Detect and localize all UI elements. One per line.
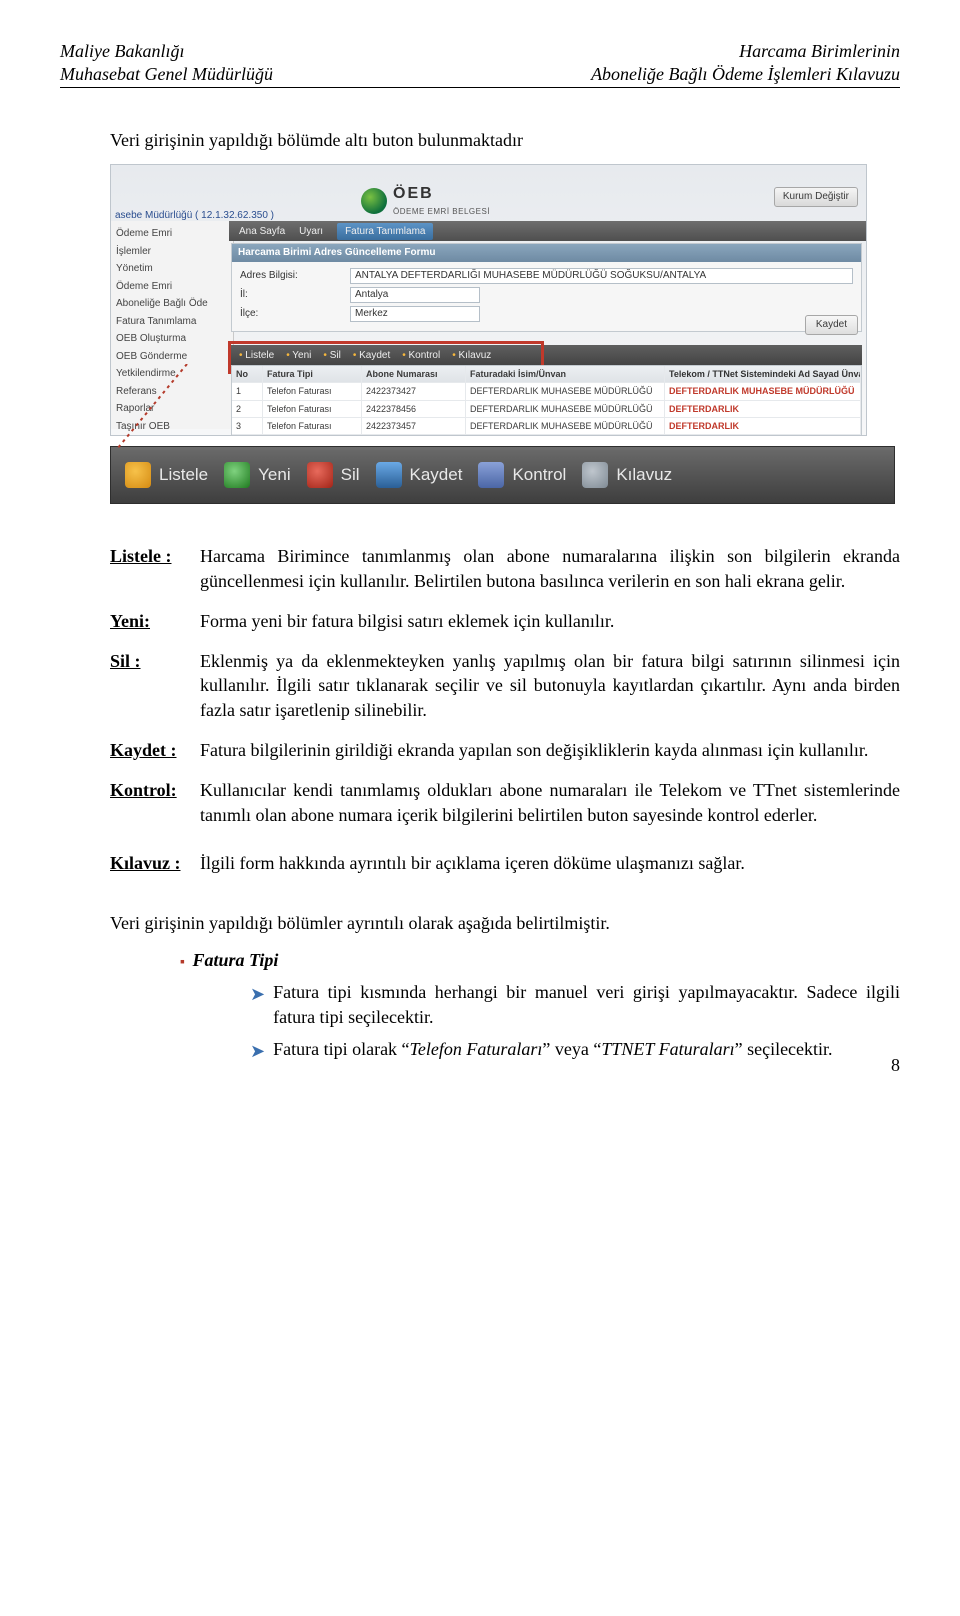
header-right-line1: Harcama Birimlerinin [591,40,900,63]
desc-listele: Harcama Birimince tanımlanmış olan abone… [200,544,900,593]
plus-icon [224,462,250,488]
toolbar-zoom: Listele Yeni Sil Kaydet Kontrol Kılavuz [110,446,895,504]
sidebar-item[interactable]: Aboneliğe Bağlı Öde [113,295,231,313]
minus-icon [307,462,333,488]
tab-uyari[interactable]: Uyarı [299,225,323,239]
table-row[interactable]: 1Telefon Faturası2422373427DEFTERDARLIK … [232,382,861,399]
btn-sil[interactable]: Sil [307,462,360,488]
term-kilavuz: Kılavuz : [110,851,200,875]
bullet-1: Fatura tipi kısmında herhangi bir manuel… [250,980,900,1029]
form-panel: Harcama Birimi Adres Güncelleme Formu Ad… [231,243,862,332]
ttnet-faturalari: TTNET Faturaları [601,1039,734,1059]
desc-kilavuz: İlgili form hakkında ayrıntılı bir açıkl… [200,851,900,875]
adres-field[interactable]: ANTALYA DEFTERDARLIĞI MUHASEBE MÜDÜRLÜĞÜ… [350,268,853,284]
tb-kaydet[interactable]: Kaydet [353,349,390,363]
page-header: Maliye Bakanlığı Muhasebat Genel Müdürlü… [60,40,900,88]
term-listele: Listele : [110,544,200,593]
tb-listele[interactable]: Listele [239,349,274,363]
col-telekom: Telekom / TTNet Sistemindeki Ad Sayad Ün… [665,366,861,382]
adres-label: Adres Bilgisi: [240,269,350,283]
header-right: Harcama Birimlerinin Aboneliğe Bağlı Öde… [591,40,900,85]
kurum-degistir-button[interactable]: Kurum Değiştir [774,187,858,207]
desc-yeni: Forma yeni bir fatura bilgisi satırı ekl… [200,609,900,633]
kaydet-button[interactable]: Kaydet [805,315,858,335]
header-left-line2: Muhasebat Genel Müdürlüğü [60,63,273,86]
para-intro-bolumler: Veri girişinin yapıldığı bölümler ayrınt… [110,911,900,935]
intro-text: Veri girişinin yapıldığı bölümde altı bu… [110,128,900,152]
tab-ana-sayfa[interactable]: Ana Sayfa [239,225,285,239]
bullet-2: Fatura tipi olarak “Telefon Faturaları” … [250,1037,900,1063]
page-number: 8 [891,1053,900,1077]
tb-sil[interactable]: Sil [323,349,340,363]
term-kaydet: Kaydet : [110,738,200,762]
tb-yeni[interactable]: Yeni [286,349,311,363]
sidebar-item[interactable]: İşlemler [113,243,231,261]
oeb-logo-icon [361,188,387,214]
ilce-label: İlçe: [240,307,350,321]
ilce-field[interactable]: Merkez [350,306,480,322]
tab-fatura-tanimlama[interactable]: Fatura Tanımlama [337,223,433,241]
logo-subtext: ÖDEME EMRİ BELGESİ [393,207,490,216]
form-panel-title: Harcama Birimi Adres Güncelleme Formu [232,244,861,262]
btn-yeni[interactable]: Yeni [224,462,290,488]
header-left-line1: Maliye Bakanlığı [60,40,273,63]
refresh-icon [125,462,151,488]
logo-text: ÖEB [393,185,434,202]
table-row[interactable]: 4Telefon Faturası2422373458DEFTERDARLIK … [232,434,861,436]
help-icon [582,462,608,488]
tab-ribbon: Ana Sayfa Uyarı Fatura Tanımlama [229,221,866,241]
sidebar-item[interactable]: Yönetim [113,260,231,278]
sidebar-item[interactable]: OEB Gönderme [113,348,231,366]
tb-kilavuz[interactable]: Kılavuz [452,349,491,363]
btn-kaydet[interactable]: Kaydet [376,462,463,488]
data-grid: No Fatura Tipi Abone Numarası Faturadaki… [231,365,862,436]
desc-kontrol: Kullanıcılar kendi tanımlamış oldukları … [200,778,900,827]
sidebar-item[interactable]: Ödeme Emri [113,278,231,296]
chart-icon [478,462,504,488]
term-sil: Sil : [110,649,200,722]
desc-kaydet: Fatura bilgilerinin girildiği ekranda ya… [200,738,900,762]
col-abone-no: Abone Numarası [362,366,466,382]
btn-kilavuz[interactable]: Kılavuz [582,462,672,488]
btn-listele[interactable]: Listele [125,462,208,488]
btn-kontrol[interactable]: Kontrol [478,462,566,488]
callout-leader-line [112,364,292,454]
sidebar-item[interactable]: Fatura Tanımlama [113,313,231,331]
il-label: İl: [240,288,350,302]
subhead-fatura-tipi: Fatura Tipi [180,948,900,973]
table-row[interactable]: 2Telefon Faturası2422378456DEFTERDARLIK … [232,400,861,417]
col-faturadaki: Faturadaki İsim/Ünvan [466,366,665,382]
term-yeni: Yeni: [110,609,200,633]
table-row[interactable]: 3Telefon Faturası2422373457DEFTERDARLIK … [232,417,861,434]
sidebar-item[interactable]: OEB Oluşturma [113,330,231,348]
header-left: Maliye Bakanlığı Muhasebat Genel Müdürlü… [60,40,273,85]
header-right-line2: Aboneliğe Bağlı Ödeme İşlemleri Kılavuzu [591,63,900,86]
save-icon [376,462,402,488]
sidebar-item[interactable]: Ödeme Emri [113,225,231,243]
definitions: Listele :Harcama Birimince tanımlanmış o… [110,544,900,875]
desc-sil: Eklenmiş ya da eklenmekteyken yanlış yap… [200,649,900,722]
grid-toolbar: Listele Yeni Sil Kaydet Kontrol Kılavuz [231,345,862,365]
telefon-faturalari: Telefon Faturaları [410,1039,543,1059]
tb-kontrol[interactable]: Kontrol [402,349,440,363]
il-field[interactable]: Antalya [350,287,480,303]
term-kontrol: Kontrol: [110,778,200,827]
app-logo-area: ÖEB ÖDEME EMRİ BELGESİ [361,183,490,218]
